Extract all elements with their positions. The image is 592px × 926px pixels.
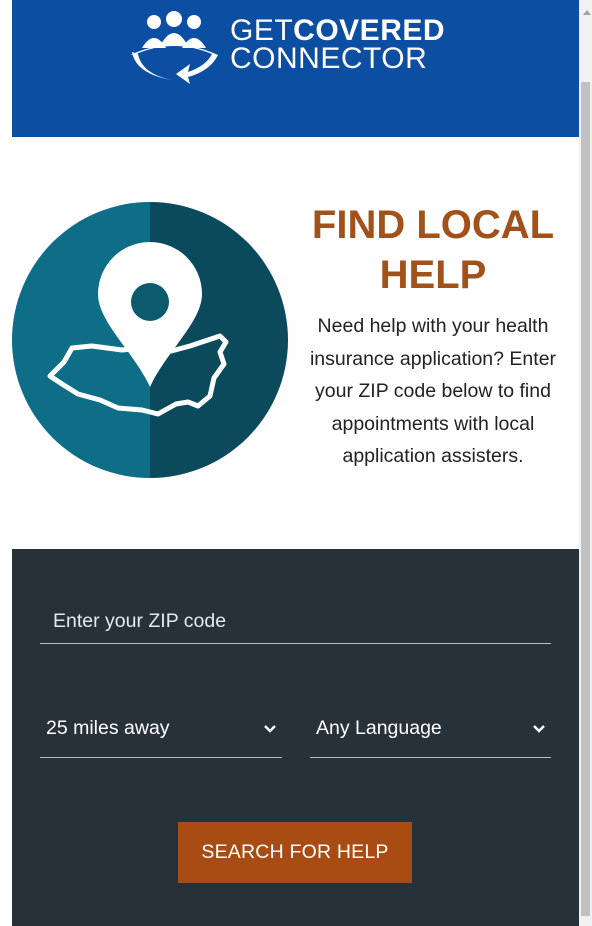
search-panel: 25 miles away Any Language SEARCH FOR HE… — [12, 549, 579, 926]
map-pin-icon — [12, 202, 288, 478]
language-select[interactable]: Any Language — [310, 709, 551, 758]
page-description: Need help with your health insurance app… — [309, 315, 557, 467]
logo-wordmark: GETCOVERED CONNECTOR — [230, 16, 445, 74]
scrollbar-thumb[interactable] — [581, 82, 590, 916]
scroll-up-arrow-icon[interactable] — [583, 10, 591, 15]
zip-input[interactable] — [40, 605, 553, 637]
logo-word-connector: CONNECTOR — [230, 42, 428, 75]
logo-link[interactable]: GETCOVERED CONNECTOR — [12, 0, 579, 137]
distance-select[interactable]: 25 miles away — [40, 709, 282, 758]
site-header: GETCOVERED CONNECTOR — [12, 0, 579, 137]
language-select-value: Any Language — [316, 717, 442, 739]
chevron-down-icon — [264, 725, 276, 733]
zip-field — [40, 597, 553, 644]
logo-people-icon — [130, 11, 218, 84]
left-edge — [0, 0, 12, 926]
search-for-help-button[interactable]: SEARCH FOR HELP — [178, 822, 412, 883]
distance-select-value: 25 miles away — [46, 717, 170, 739]
chevron-down-icon — [533, 725, 545, 733]
page-title: FIND LOCAL HELP — [311, 203, 555, 297]
page: GETCOVERED CONNECTOR FIND LOCAL HELP Nee… — [0, 0, 592, 926]
